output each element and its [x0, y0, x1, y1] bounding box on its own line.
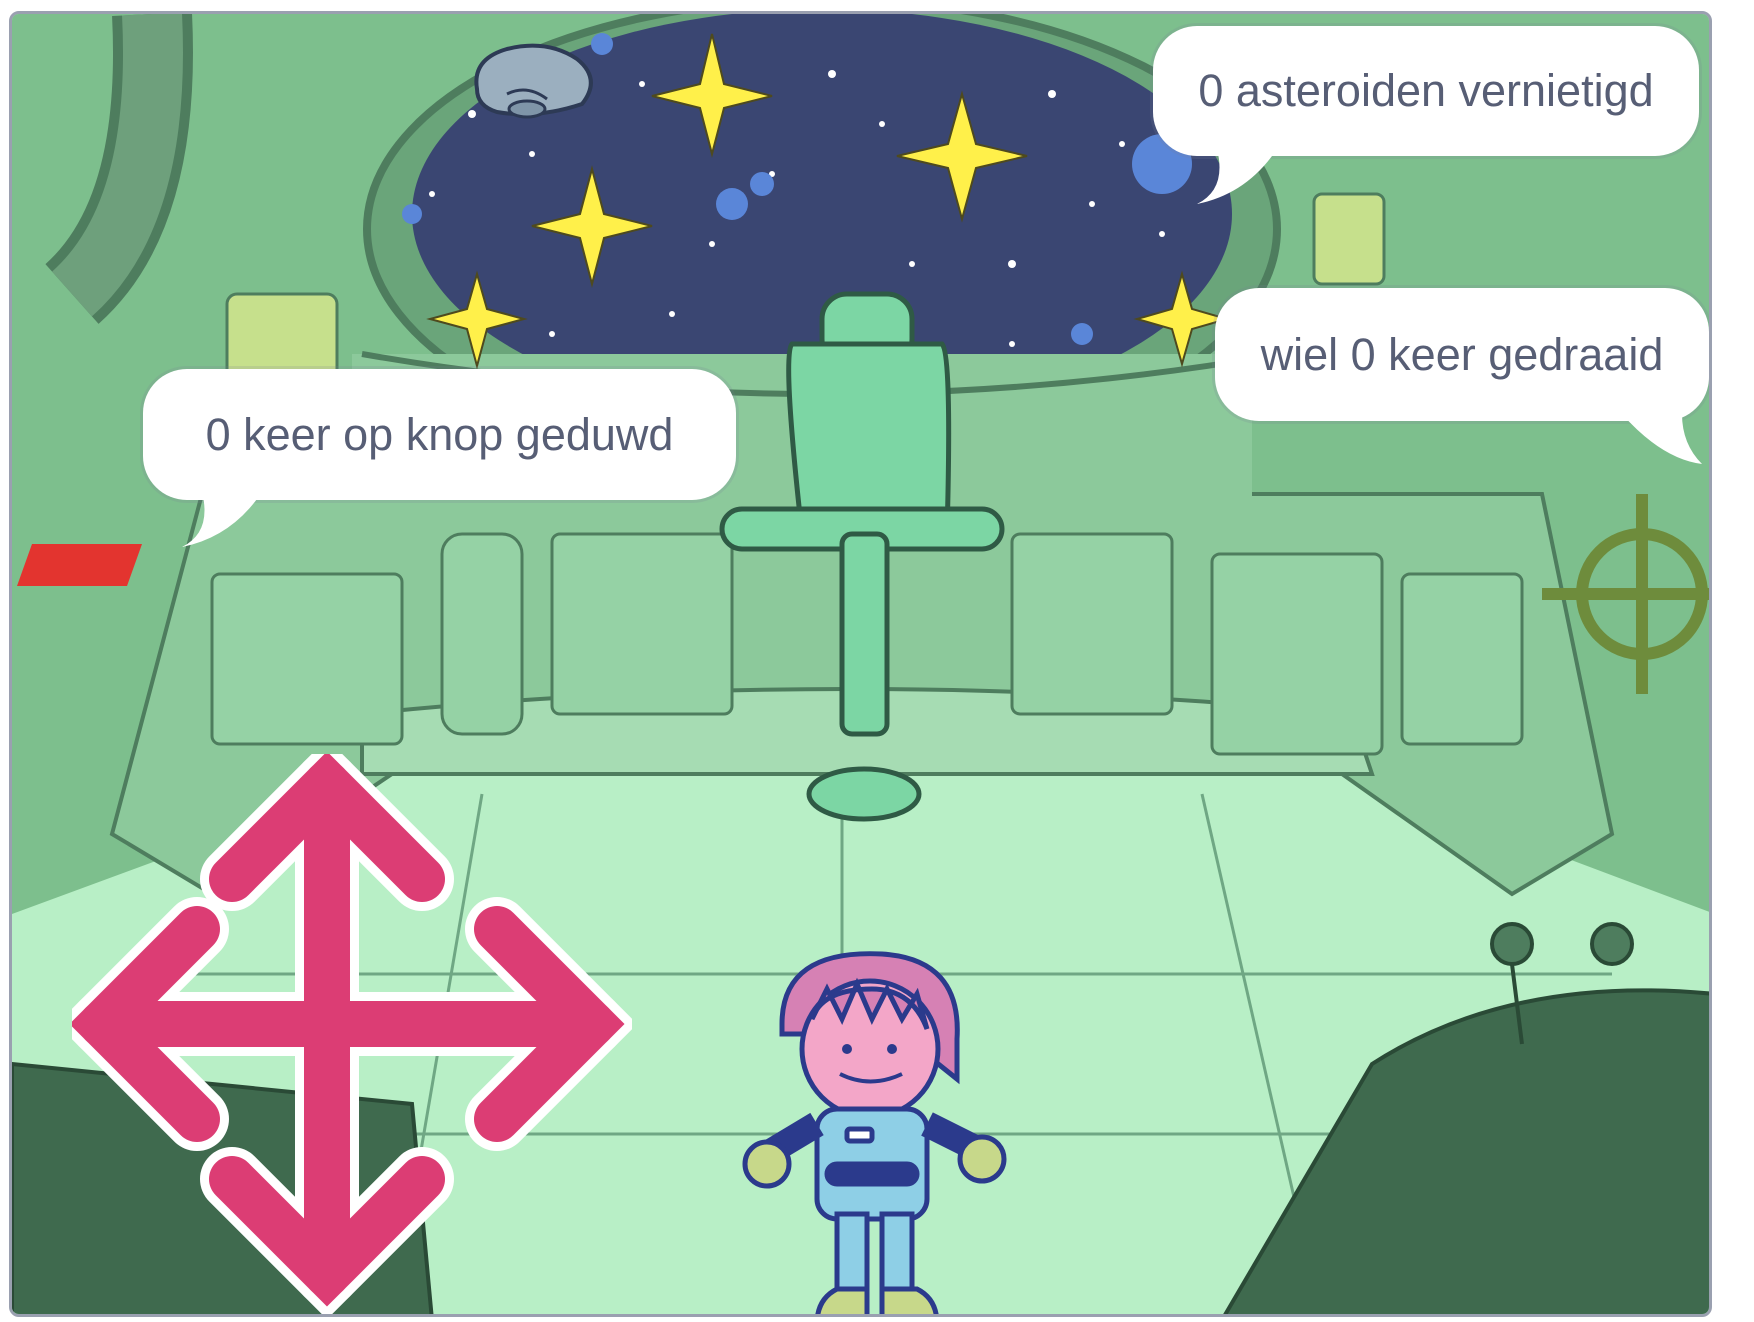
- button-pressed-text: 0 keer op knop geduwd: [205, 408, 674, 460]
- red-button: [17, 544, 142, 586]
- wheel-turned-bubble: wiel 0 keer gedraaid: [1215, 288, 1709, 421]
- asteroid-sprite[interactable]: [467, 34, 607, 124]
- game-stage[interactable]: 0 asteroiden vernietigd wiel 0 keer gedr…: [9, 11, 1712, 1317]
- player-astronaut[interactable]: [742, 949, 1022, 1317]
- wheel-turned-text: wiel 0 keer gedraaid: [1260, 328, 1664, 380]
- asteroids-destroyed-text: 0 asteroiden vernietigd: [1198, 65, 1654, 116]
- asteroids-bubble-tail: [1197, 149, 1277, 204]
- button-bubble-tail: [182, 492, 262, 547]
- wheel-bubble-tail: [1622, 414, 1702, 464]
- button-pressed-bubble: 0 keer op knop geduwd: [143, 369, 736, 500]
- asteroids-destroyed-bubble: 0 asteroiden vernietigd: [1153, 26, 1699, 156]
- four-way-arrow-control[interactable]: [72, 754, 632, 1314]
